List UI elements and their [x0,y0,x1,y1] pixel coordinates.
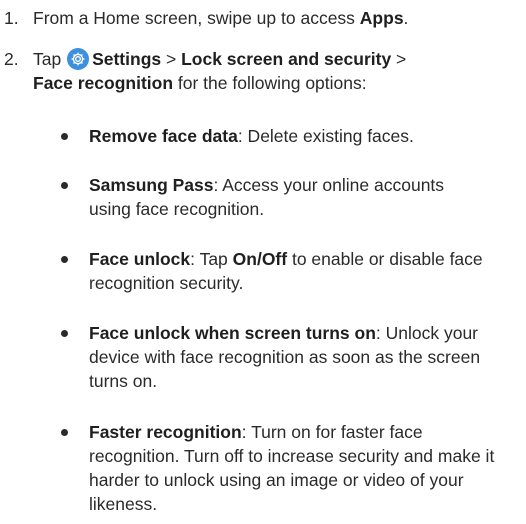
option-title: Remove face data [89,126,238,146]
option-desc: : Tap [190,249,233,269]
option-title: Face unlock when screen turns on [89,323,376,343]
bullet-dot [61,429,68,436]
lock-screen-label: Lock screen and security [181,49,392,69]
step-text-plain: . [403,8,409,28]
step-text: From a Home screen, swipe up to access A… [33,6,513,30]
settings-gear-icon [67,48,90,70]
bullet-dot [61,256,68,263]
path-separator: > [391,49,407,69]
path-separator: > [161,49,182,69]
step-number: 1. [4,8,19,28]
step-text-plain: Tap [33,49,67,69]
step-text-plain: for the following options: [173,73,367,93]
option-text: Faster recognition: Turn on for faster f… [89,420,514,516]
option-desc: : Delete existing faces. [237,126,414,146]
face-recognition-label: Face recognition [33,73,174,93]
option-title: Samsung Pass [89,175,214,195]
option-text: Remove face data: Delete existing faces. [89,124,519,148]
step-text: Tap Settings > Lock screen and security … [33,47,513,95]
option-title: Faster recognition [89,422,242,442]
bullet-dot [61,133,68,140]
bullet-dot [61,182,68,189]
option-text: Face unlock when screen turns on: Unlock… [89,321,499,393]
bullet-dot [61,330,68,337]
apps-label: Apps [359,8,404,28]
option-text: Samsung Pass: Access your online account… [89,173,489,221]
option-title: Face unlock [89,249,191,269]
step-text-plain: From a Home screen, swipe up to access [33,8,360,28]
option-text: Face unlock: Tap On/Off to enable or dis… [89,247,489,295]
instructions-document: 1. From a Home screen, swipe up to acces… [0,0,526,524]
settings-label: Settings [92,49,162,69]
on-off-label: On/Off [232,249,288,269]
step-number: 2. [4,49,19,69]
